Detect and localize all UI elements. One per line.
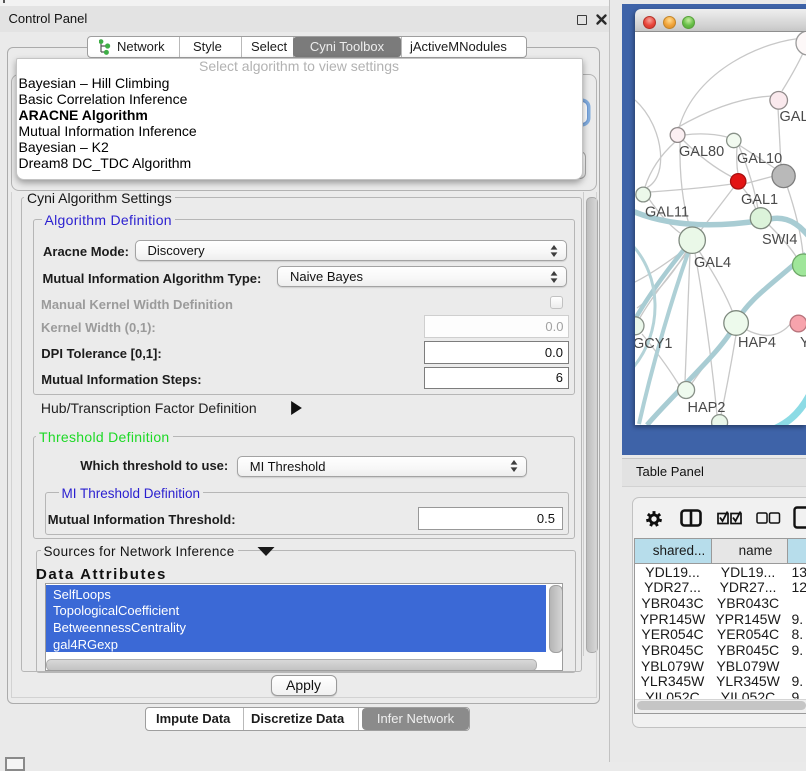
svg-text:HAP2: HAP2 [688,400,726,416]
svg-text:Y: Y [800,335,806,351]
svg-text:GAL7: GAL7 [780,109,806,125]
svg-text:GAL4: GAL4 [694,255,731,271]
svg-text:GCY1: GCY1 [635,336,673,352]
svg-text:GAL10: GAL10 [737,151,782,167]
svg-text:GAL1: GAL1 [741,192,778,208]
svg-text:HAP4: HAP4 [738,335,776,351]
svg-text:SWI4: SWI4 [762,232,797,248]
svg-text:GAL11: GAL11 [645,205,689,221]
svg-text:GAL80: GAL80 [679,144,724,160]
